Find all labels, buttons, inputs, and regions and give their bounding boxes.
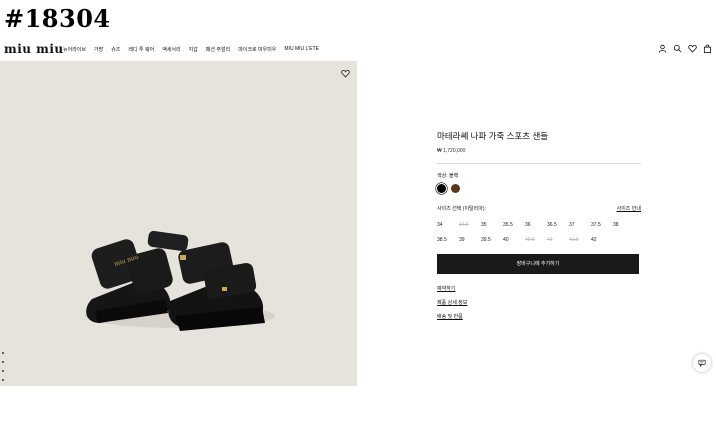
size-option[interactable]: 40.5: [525, 233, 547, 248]
color-swatch-black[interactable]: [437, 184, 446, 193]
chat-button[interactable]: [693, 354, 711, 372]
menu-item-lete[interactable]: MIU MIU L'ETE: [284, 46, 319, 53]
product-links: 예약하기 제품 상세 정보 배송 및 반품: [437, 285, 641, 320]
size-option[interactable]: 35: [481, 218, 503, 233]
size-option[interactable]: 34: [437, 218, 459, 233]
top-navigation: miu miu 뉴어라이브 가방 슈즈 레디 투 웨어 액세서리 지갑 패션 주…: [0, 40, 716, 60]
size-option[interactable]: 39.5: [481, 233, 503, 248]
carousel-dot[interactable]: [2, 379, 4, 381]
user-icon[interactable]: [658, 44, 667, 53]
size-option[interactable]: 39: [459, 233, 481, 248]
menu-item-ready-to-wear[interactable]: 레디 투 웨어: [128, 46, 154, 53]
carousel-dot[interactable]: [2, 352, 4, 354]
image-carousel-dots: [2, 352, 4, 381]
add-to-cart-button[interactable]: 장바구니에 추가하기: [437, 254, 639, 274]
search-icon[interactable]: [673, 44, 682, 53]
product-info: 마테라쎄 나파 가죽 스포츠 샌들 ₩ 1,720,000 색상: 블랙 사이즈…: [437, 130, 641, 320]
main-menu: 뉴어라이브 가방 슈즈 레디 투 웨어 액세서리 지갑 패션 주얼리 마이크로 …: [63, 46, 319, 53]
shipping-returns-link[interactable]: 배송 및 반품: [437, 313, 641, 320]
menu-item-shoes[interactable]: 슈즈: [111, 46, 120, 53]
menu-item-bags[interactable]: 가방: [94, 46, 103, 53]
size-option[interactable]: 41.5: [569, 233, 591, 248]
size-option[interactable]: 41: [547, 233, 569, 248]
nav-icons: [658, 44, 712, 53]
product-details-link[interactable]: 제품 상세 정보: [437, 299, 641, 306]
screenshot-id-label: #18304: [4, 4, 111, 33]
size-option[interactable]: 38.5: [437, 233, 459, 248]
favorite-icon[interactable]: [341, 69, 350, 78]
size-option[interactable]: 35.5: [503, 218, 525, 233]
size-option[interactable]: 38: [613, 218, 635, 233]
menu-item-new[interactable]: 뉴어라이브: [63, 46, 86, 53]
size-option[interactable]: 37: [569, 218, 591, 233]
carousel-dot[interactable]: [2, 361, 4, 363]
color-swatches: [437, 184, 641, 193]
heart-icon[interactable]: [688, 44, 697, 53]
menu-item-accessories[interactable]: 액세서리: [162, 46, 180, 53]
carousel-dot[interactable]: [2, 370, 4, 372]
color-label: 색상: 블랙: [437, 173, 459, 179]
size-options: 34 34.5 35 35.5 36 36.5 37 37.5 38 38.5 39 39.5 40 40…: [437, 218, 637, 248]
size-option[interactable]: 34.5: [459, 218, 481, 233]
product-image-panel: miu miu: [0, 61, 357, 386]
product-price: ₩ 1,720,000: [437, 148, 466, 154]
bag-icon[interactable]: [703, 44, 712, 53]
size-option[interactable]: 37.5: [591, 218, 613, 233]
menu-item-micro[interactable]: 마이크로 미우미우: [238, 46, 276, 53]
menu-item-jewelry[interactable]: 패션 주얼리: [206, 46, 230, 53]
size-option[interactable]: 42: [591, 233, 613, 248]
sandals-image: miu miu: [85, 230, 275, 331]
product-page: #18304 miu miu 뉴어라이브 가방 슈즈 레디 투 웨어 액세서리 …: [0, 0, 716, 430]
size-option[interactable]: 36: [525, 218, 547, 233]
menu-item-wallets[interactable]: 지갑: [189, 46, 198, 53]
size-option[interactable]: 36.5: [547, 218, 569, 233]
product-title: 마테라쎄 나파 가죽 스포츠 샌들: [437, 131, 549, 141]
chat-icon: [698, 359, 706, 367]
divider: [437, 163, 641, 164]
size-guide-link[interactable]: 사이즈 안내: [617, 205, 641, 212]
size-header: 사이즈 선택 (이탈리아): 사이즈 안내: [437, 205, 641, 212]
reserve-link[interactable]: 예약하기: [437, 285, 641, 292]
size-select-label: 사이즈 선택 (이탈리아):: [437, 206, 486, 212]
color-swatch-brown[interactable]: [451, 184, 460, 193]
size-option[interactable]: 40: [503, 233, 525, 248]
brand-logo[interactable]: miu miu: [4, 42, 64, 56]
